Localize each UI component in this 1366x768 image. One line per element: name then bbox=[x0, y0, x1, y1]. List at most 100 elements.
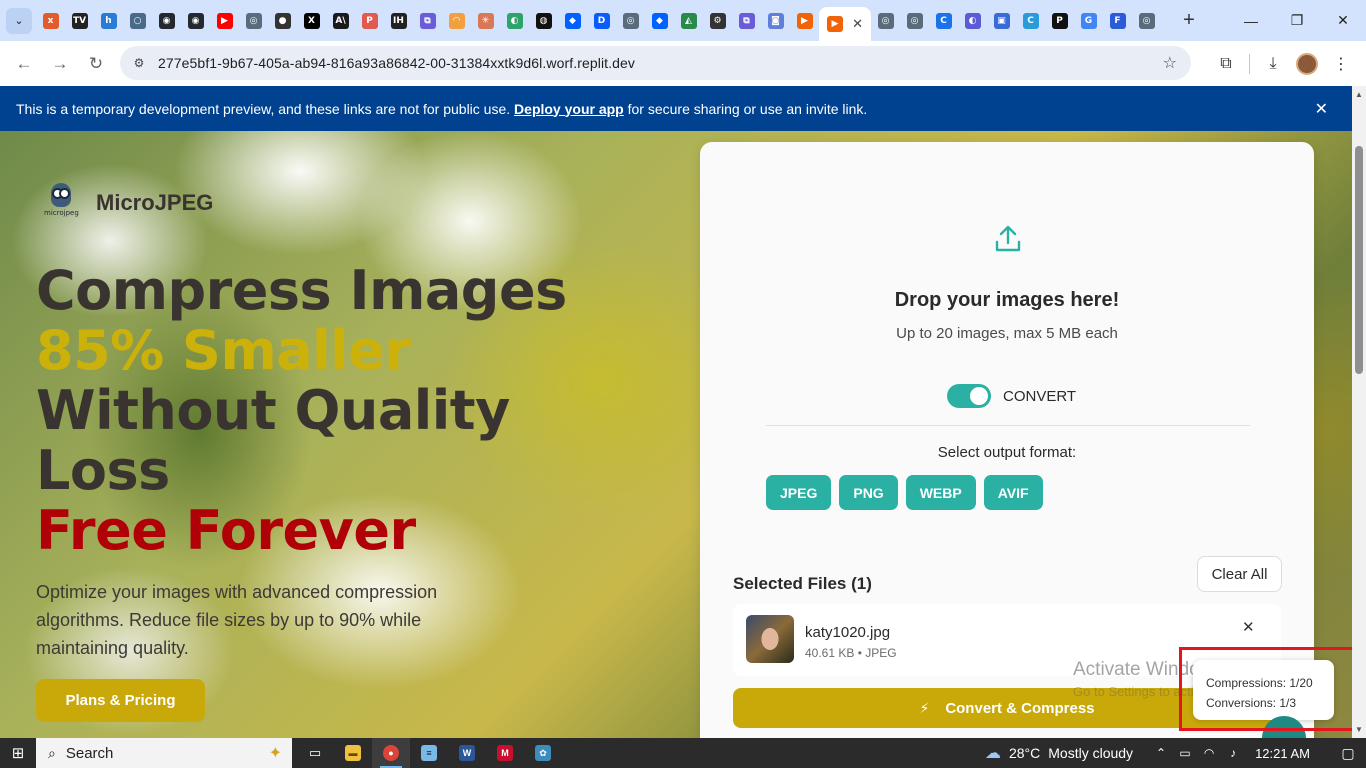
chrome-icon: ● bbox=[383, 745, 399, 761]
tab-4[interactable]: ○ bbox=[123, 5, 152, 37]
format-png-button[interactable]: PNG bbox=[839, 475, 898, 510]
drop-zone-subtitle: Up to 20 images, max 5 MB each bbox=[896, 325, 1118, 342]
back-button[interactable]: ← bbox=[6, 46, 42, 82]
close-window-button[interactable]: ✕ bbox=[1320, 0, 1366, 41]
bookmark-star-icon[interactable]: ☆ bbox=[1163, 53, 1177, 73]
notepad-icon[interactable]: ≡ bbox=[410, 738, 448, 768]
clear-all-button[interactable]: Clear All bbox=[1197, 556, 1282, 592]
tab-5[interactable]: ◉ bbox=[152, 5, 181, 37]
tab-10[interactable]: X bbox=[297, 5, 326, 37]
tab-6[interactable]: ◉ bbox=[181, 5, 210, 37]
tab-3[interactable]: h bbox=[94, 5, 123, 37]
page-scrollbar[interactable]: ▲ ▼ bbox=[1352, 86, 1366, 738]
tab-7[interactable]: ▶ bbox=[210, 5, 239, 37]
word-icon[interactable]: W bbox=[448, 738, 486, 768]
volume-icon[interactable]: ♪ bbox=[1221, 746, 1245, 760]
toolbar-actions: ⧉ ⤓ ⋮ bbox=[1209, 41, 1366, 86]
taskbar-search[interactable]: ⌕ Search ✦ bbox=[36, 738, 292, 768]
tab-11[interactable]: A\ bbox=[326, 5, 355, 37]
tab-33[interactable]: ▣ bbox=[987, 5, 1016, 37]
wifi-icon[interactable]: ◠ bbox=[1197, 746, 1221, 760]
tab-9[interactable]: ● bbox=[268, 5, 297, 37]
file-explorer-icon[interactable]: ▬ bbox=[334, 738, 372, 768]
notification-icon[interactable]: ▢ bbox=[1330, 745, 1366, 762]
download-icon[interactable]: ⤓ bbox=[1256, 47, 1290, 81]
reload-button[interactable]: ↻ bbox=[78, 46, 114, 82]
mcafee-icon[interactable]: M bbox=[486, 738, 524, 768]
task-view-icon[interactable]: ▭ bbox=[296, 738, 334, 768]
banner-text-after: for secure sharing or use an invite link… bbox=[623, 100, 868, 117]
format-avif-button[interactable]: AVIF bbox=[983, 475, 1043, 510]
active-tab[interactable]: ▶ ✕ bbox=[819, 7, 871, 41]
tab-14[interactable]: ⧉ bbox=[413, 5, 442, 37]
tab-13[interactable]: IH bbox=[384, 5, 413, 37]
tab-search-button[interactable]: ⌄ bbox=[6, 7, 32, 34]
scroll-down-icon[interactable]: ▼ bbox=[1355, 725, 1363, 734]
start-button[interactable]: ⊞ bbox=[0, 738, 36, 768]
minimize-button[interactable]: — bbox=[1228, 0, 1274, 41]
tab-23[interactable]: ◭ bbox=[674, 5, 703, 37]
scrollbar-thumb[interactable] bbox=[1355, 146, 1363, 374]
close-tab-icon[interactable]: ✕ bbox=[852, 16, 863, 32]
app-icon[interactable]: ✿ bbox=[524, 738, 562, 768]
tab-15[interactable]: ◠ bbox=[442, 5, 471, 37]
new-tab-button[interactable]: + bbox=[1175, 7, 1203, 35]
forward-button[interactable]: → bbox=[42, 46, 78, 82]
weather-temp[interactable]: 28°C bbox=[1009, 745, 1040, 761]
address-bar[interactable]: ⚙ 277e5bf1-9b67-405a-ab94-816a93a86842-0… bbox=[120, 46, 1191, 80]
chrome-taskbar-icon[interactable]: ● bbox=[372, 738, 410, 768]
tab-36[interactable]: G bbox=[1074, 5, 1103, 37]
tab-27[interactable]: ▶ bbox=[790, 5, 819, 37]
brand[interactable]: microjpeg MicroJPEG bbox=[44, 183, 213, 223]
hero-section: microjpeg MicroJPEG Compress Images 85% … bbox=[0, 131, 1352, 738]
tab-37[interactable]: F bbox=[1103, 5, 1132, 37]
toggle-knob bbox=[970, 387, 988, 405]
chevron-down-icon: ⌄ bbox=[14, 15, 24, 27]
clock[interactable]: 12:21 AM bbox=[1255, 746, 1310, 761]
drop-zone-title[interactable]: Drop your images here! bbox=[700, 289, 1314, 312]
profile-avatar[interactable] bbox=[1290, 47, 1324, 81]
tab-30[interactable]: ◎ bbox=[900, 5, 929, 37]
url-text[interactable]: 277e5bf1-9b67-405a-ab94-816a93a86842-00-… bbox=[158, 55, 635, 71]
favicon-icon: ◍ bbox=[535, 12, 552, 29]
tab-17[interactable]: ◐ bbox=[500, 5, 529, 37]
tab-18[interactable]: ◍ bbox=[529, 5, 558, 37]
tab-29[interactable]: ◎ bbox=[871, 5, 900, 37]
upload-icon[interactable] bbox=[993, 224, 1023, 254]
tab-12[interactable]: P bbox=[355, 5, 384, 37]
plans-pricing-button[interactable]: Plans & Pricing bbox=[36, 679, 205, 722]
battery-icon[interactable]: ▭ bbox=[1173, 746, 1197, 760]
format-webp-button[interactable]: WEBP bbox=[905, 475, 976, 510]
scroll-up-icon[interactable]: ▲ bbox=[1355, 90, 1363, 99]
favicon-icon: C bbox=[935, 12, 952, 29]
tab-21[interactable]: ◎ bbox=[616, 5, 645, 37]
format-jpeg-button[interactable]: JPEG bbox=[766, 475, 832, 510]
deploy-link[interactable]: Deploy your app bbox=[514, 101, 624, 117]
favicon-icon: ◆ bbox=[564, 12, 581, 29]
tab-25[interactable]: ⧉ bbox=[732, 5, 761, 37]
tab-35[interactable]: P bbox=[1045, 5, 1074, 37]
tab-16[interactable]: ✳ bbox=[471, 5, 500, 37]
restore-button[interactable]: ❐ bbox=[1274, 0, 1320, 41]
tab-24[interactable]: ⚙ bbox=[703, 5, 732, 37]
chevron-up-icon[interactable]: ⌃ bbox=[1149, 746, 1173, 760]
tab-2[interactable]: TV bbox=[65, 5, 94, 37]
tab-22[interactable]: ◆ bbox=[645, 5, 674, 37]
tab-26[interactable]: ◙ bbox=[761, 5, 790, 37]
banner-close-icon[interactable]: ✕ bbox=[1315, 99, 1328, 119]
tab-34[interactable]: C bbox=[1016, 5, 1045, 37]
extensions-icon[interactable]: ⧉ bbox=[1209, 47, 1243, 81]
weather-desc[interactable]: Mostly cloudy bbox=[1048, 745, 1133, 761]
tab-38[interactable]: ◎ bbox=[1132, 5, 1161, 37]
menu-icon[interactable]: ⋮ bbox=[1324, 47, 1358, 81]
remove-file-icon[interactable]: ✕ bbox=[1242, 618, 1255, 636]
tab-32[interactable]: ◐ bbox=[958, 5, 987, 37]
site-info-button[interactable]: ⚙ bbox=[126, 50, 152, 76]
favicon-icon: ◎ bbox=[1138, 12, 1155, 29]
tab-19[interactable]: ◆ bbox=[558, 5, 587, 37]
tab-20[interactable]: D bbox=[587, 5, 616, 37]
tab-1[interactable]: x bbox=[36, 5, 65, 37]
tab-8[interactable]: ◎ bbox=[239, 5, 268, 37]
tab-31[interactable]: C bbox=[929, 5, 958, 37]
convert-toggle[interactable] bbox=[947, 384, 991, 408]
